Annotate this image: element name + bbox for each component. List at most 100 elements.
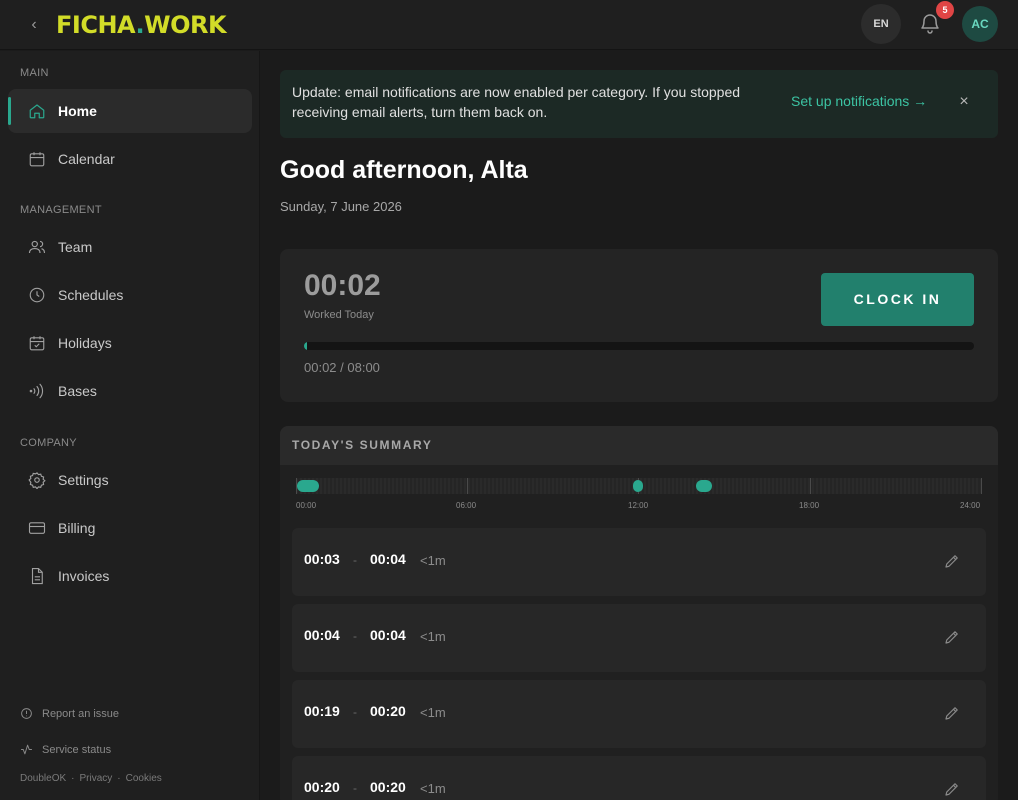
timeline-segment[interactable]	[297, 480, 319, 492]
activity-icon	[21, 744, 32, 755]
privacy-link[interactable]: Privacy	[79, 773, 112, 784]
clock-icon	[28, 286, 46, 304]
sidebar-item-schedules[interactable]: Schedules	[8, 273, 252, 317]
sidebar-item-settings[interactable]: Settings	[8, 458, 252, 502]
logo-main: FICHA	[56, 11, 136, 39]
time-entry[interactable]: 00:19 - 00:20 <1m	[292, 680, 986, 748]
signal-icon	[28, 382, 46, 400]
gear-icon	[28, 471, 46, 489]
section-label-management: MANAGEMENT	[20, 204, 102, 216]
notification-badge: 5	[936, 1, 954, 19]
service-status-link[interactable]: Service status	[20, 743, 111, 756]
progress-bar	[304, 342, 974, 350]
timeline-label: 06:00	[456, 501, 477, 510]
logo-dot: .	[135, 11, 145, 39]
sidebar-item-billing[interactable]: Billing	[8, 506, 252, 550]
summary-header: TODAY'S SUMMARY	[280, 426, 998, 465]
sidebar-item-invoices[interactable]: Invoices	[8, 554, 252, 598]
home-icon	[28, 102, 46, 120]
time-entry[interactable]: 00:20 - 00:20 <1m	[292, 756, 986, 800]
entry-end: 00:20	[370, 703, 406, 719]
legal-separator: ·	[117, 773, 121, 784]
top-bar: ‹ FICHA.WORK EN 5 AC	[0, 0, 1018, 50]
entry-start: 00:03	[304, 551, 340, 567]
team-icon	[28, 238, 46, 256]
language-button[interactable]: EN	[861, 4, 901, 44]
entry-start: 00:20	[304, 779, 340, 795]
alert-circle-icon	[21, 708, 32, 719]
sidebar-item-label: Holidays	[58, 335, 112, 351]
logo-tail: WORK	[144, 11, 227, 39]
entry-start: 00:04	[304, 627, 340, 643]
close-icon[interactable]: ×	[956, 94, 972, 110]
sidebar-item-home[interactable]: Home	[8, 89, 252, 133]
cookies-link[interactable]: Cookies	[126, 773, 162, 784]
entry-duration: <1m	[420, 705, 446, 720]
timeline-label: 12:00	[628, 501, 649, 510]
worked-label: Worked Today	[304, 309, 374, 321]
entry-duration: <1m	[420, 629, 446, 644]
clock-in-button[interactable]: CLOCK IN	[821, 273, 974, 326]
calendar-check-icon	[28, 334, 46, 352]
setup-notifications-link[interactable]: Set up notifications →	[791, 93, 927, 109]
timeline-tick	[467, 478, 468, 494]
pencil-icon[interactable]	[943, 628, 961, 646]
summary-card: TODAY'S SUMMARY 00:00 06:00 12:00 18:00 …	[280, 426, 998, 800]
chevron-left-icon[interactable]: ‹	[24, 14, 44, 36]
entry-separator: -	[353, 629, 357, 643]
sidebar-item-label: Invoices	[58, 568, 110, 584]
entry-end: 00:04	[370, 627, 406, 643]
progress-label: 00:02 / 08:00	[304, 360, 380, 375]
timeline-label: 18:00	[799, 501, 820, 510]
calendar-icon	[28, 150, 46, 168]
sidebar-item-bases[interactable]: Bases	[8, 369, 252, 413]
sidebar: MAIN Home Calendar MANAGEMENT Team Sched…	[0, 51, 260, 800]
timeline-tick	[981, 478, 982, 494]
legal-separator: ·	[71, 773, 75, 784]
sidebar-item-label: Settings	[58, 472, 109, 488]
timeline-tick	[810, 478, 811, 494]
current-date: Sunday, 7 June 2026	[280, 199, 402, 214]
time-entry[interactable]: 00:04 - 00:04 <1m	[292, 604, 986, 672]
sidebar-item-label: Schedules	[58, 287, 124, 303]
sidebar-item-calendar[interactable]: Calendar	[8, 137, 252, 181]
entry-separator: -	[353, 553, 357, 567]
timeline-label: 24:00	[960, 501, 981, 510]
time-entry[interactable]: 00:03 - 00:04 <1m	[292, 528, 986, 596]
clock-card: 00:02 Worked Today CLOCK IN 00:02 / 08:0…	[280, 249, 998, 402]
entry-start: 00:19	[304, 703, 340, 719]
page-title: Good afternoon, Alta	[280, 156, 528, 184]
entry-separator: -	[353, 781, 357, 795]
entry-end: 00:04	[370, 551, 406, 567]
sidebar-item-label: Billing	[58, 520, 96, 536]
day-timeline	[296, 478, 982, 494]
timeline-segment[interactable]	[633, 480, 643, 492]
update-banner: Update: email notifications are now enab…	[280, 70, 998, 138]
pencil-icon[interactable]	[943, 704, 961, 722]
legal-links: DoubleOK · Privacy · Cookies	[20, 773, 162, 784]
doubleok-link[interactable]: DoubleOK	[20, 773, 66, 784]
entry-separator: -	[353, 705, 357, 719]
entry-duration: <1m	[420, 553, 446, 568]
progress-fill	[304, 342, 307, 350]
section-label-company: COMPANY	[20, 437, 77, 449]
credit-card-icon	[28, 519, 46, 537]
report-issue-label: Report an issue	[42, 707, 120, 720]
section-label-main: MAIN	[20, 67, 49, 79]
timeline-segment[interactable]	[696, 480, 712, 492]
pencil-icon[interactable]	[943, 552, 961, 570]
pencil-icon[interactable]	[943, 780, 961, 798]
service-status-label: Service status	[42, 743, 112, 756]
document-icon	[28, 567, 46, 585]
entry-duration: <1m	[420, 781, 446, 796]
avatar[interactable]: AC	[962, 6, 998, 42]
sidebar-item-label: Calendar	[58, 151, 115, 167]
logo[interactable]: FICHA.WORK	[56, 10, 227, 40]
report-issue-link[interactable]: Report an issue	[20, 707, 119, 720]
banner-text: Update: email notifications are now enab…	[292, 84, 741, 120]
sidebar-item-team[interactable]: Team	[8, 225, 252, 269]
entry-end: 00:20	[370, 779, 406, 795]
sidebar-item-holidays[interactable]: Holidays	[8, 321, 252, 365]
sidebar-item-label: Home	[58, 103, 97, 119]
summary-title: TODAY'S SUMMARY	[292, 438, 433, 452]
